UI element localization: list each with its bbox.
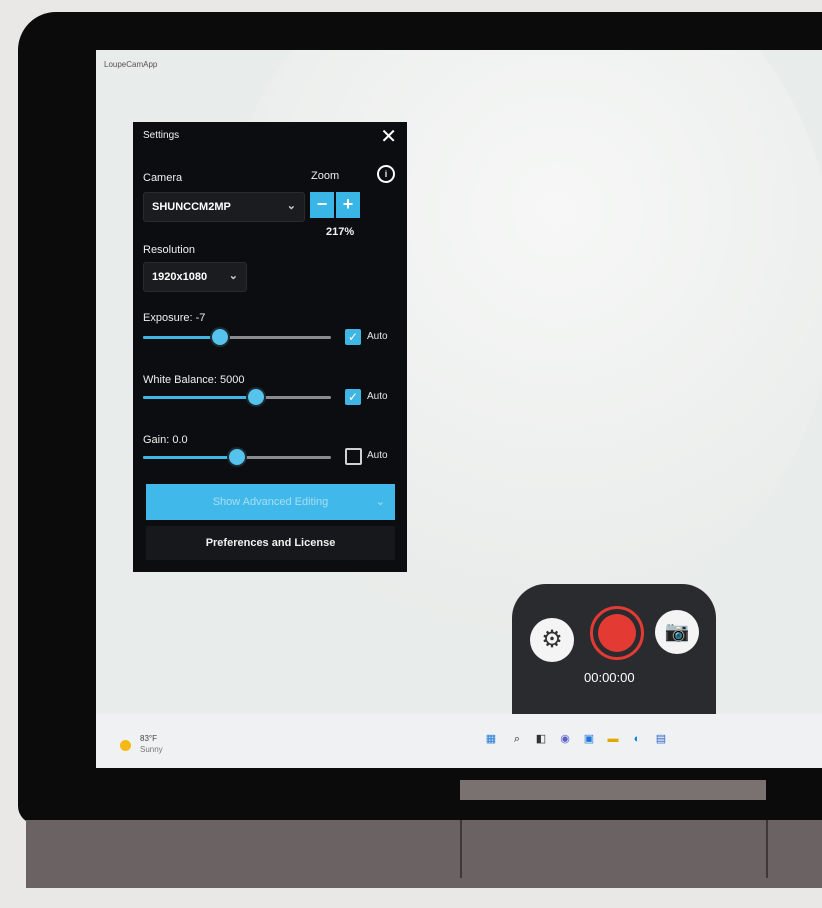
record-timer: 00:00:00 xyxy=(584,670,635,685)
record-button[interactable] xyxy=(590,606,644,660)
show-advanced-editing-button[interactable]: Show Advanced Editing ⌄ xyxy=(146,484,395,520)
resolution-label: Resolution xyxy=(143,244,195,256)
resolution-select-value: 1920x1080 xyxy=(152,271,208,283)
exposure-auto-label: Auto xyxy=(367,331,388,342)
chat-icon[interactable]: ◉ xyxy=(558,732,572,746)
gain-auto-label: Auto xyxy=(367,450,388,461)
weather-condition: Sunny xyxy=(140,745,163,754)
settings-panel: Settings ✕ Camera Zoom i SHUNCCM2MP ⌄ − … xyxy=(133,122,407,572)
sun-icon[interactable] xyxy=(120,740,131,751)
camera-select-value: SHUNCCM2MP xyxy=(152,201,231,213)
white-balance-auto-label: Auto xyxy=(367,391,388,402)
file-explorer-icon[interactable]: ▬ xyxy=(606,732,620,746)
gain-slider-fill xyxy=(143,456,237,459)
app-icon[interactable]: ▣ xyxy=(582,732,596,746)
white-balance-slider-fill xyxy=(143,396,256,399)
gain-label: Gain: 0.0 xyxy=(143,434,188,446)
close-icon[interactable]: ✕ xyxy=(380,124,397,149)
chevron-down-icon: ⌄ xyxy=(228,270,238,282)
show-advanced-editing-label: Show Advanced Editing xyxy=(212,496,329,508)
laptop-base xyxy=(26,820,822,888)
white-balance-label: White Balance: 5000 xyxy=(143,374,245,386)
exposure-slider-fill xyxy=(143,336,221,339)
zoom-value: 217% xyxy=(326,226,355,238)
gain-auto-checkbox[interactable] xyxy=(345,448,362,465)
windows-start-icon[interactable]: ▦ xyxy=(484,732,498,746)
task-view-icon[interactable]: ◧ xyxy=(534,732,548,746)
store-icon[interactable]: ▤ xyxy=(654,732,668,746)
camera-icon[interactable]: 📷 xyxy=(655,610,699,654)
chevron-down-icon: ⌄ xyxy=(286,200,296,212)
info-icon[interactable]: i xyxy=(377,165,395,183)
gain-value: 0.0 xyxy=(172,434,188,446)
gain-slider-thumb[interactable] xyxy=(229,449,245,465)
exposure-slider[interactable] xyxy=(143,329,331,345)
exposure-label: Exposure: -7 xyxy=(143,312,206,324)
chevron-down-icon: ⌄ xyxy=(375,496,385,508)
camera-label: Camera xyxy=(143,172,183,184)
resolution-select[interactable]: 1920x1080 ⌄ xyxy=(143,262,247,292)
base-seam xyxy=(766,820,768,878)
zoom-plus-button[interactable]: + xyxy=(336,192,360,218)
base-seam xyxy=(460,820,462,878)
settings-title: Settings xyxy=(143,130,180,141)
capture-controls: ⚙ 📷 00:00:00 xyxy=(512,584,716,714)
white-balance-value: 5000 xyxy=(220,374,245,386)
hinge xyxy=(460,780,766,800)
exposure-slider-thumb[interactable] xyxy=(212,329,229,345)
white-balance-auto-checkbox[interactable]: ✓ xyxy=(345,389,361,405)
white-balance-slider[interactable] xyxy=(143,389,331,405)
preferences-and-license-button[interactable]: Preferences and License xyxy=(146,526,395,560)
zoom-minus-button[interactable]: − xyxy=(310,192,334,218)
app-title: LoupeCamApp xyxy=(104,60,158,69)
taskbar: 83°F Sunny ▦ ⌕ ◧ ◉ ▣ ▬ ◐ ▤ xyxy=(96,714,822,768)
gain-slider[interactable] xyxy=(143,449,331,465)
app-window: LoupeCamApp Settings ✕ Camera Zoom i SHU… xyxy=(96,50,822,768)
search-icon[interactable]: ⌕ xyxy=(510,732,524,746)
exposure-value: -7 xyxy=(195,312,206,324)
weather-temperature: 83°F xyxy=(140,734,157,743)
white-balance-slider-thumb[interactable] xyxy=(247,389,264,405)
gear-icon[interactable]: ⚙ xyxy=(530,618,574,662)
zoom-label: Zoom xyxy=(311,170,340,182)
record-icon xyxy=(598,614,636,652)
laptop: LoupeCamApp Settings ✕ Camera Zoom i SHU… xyxy=(0,0,822,908)
edge-icon[interactable]: ◐ xyxy=(630,732,644,746)
camera-select[interactable]: SHUNCCM2MP ⌄ xyxy=(143,192,305,222)
exposure-auto-checkbox[interactable]: ✓ xyxy=(345,329,361,345)
